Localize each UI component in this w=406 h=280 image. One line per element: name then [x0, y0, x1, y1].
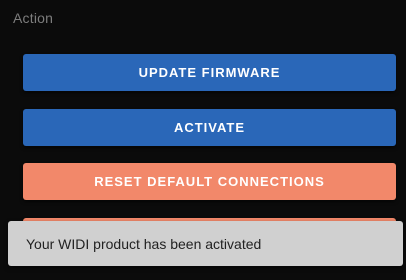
activate-button[interactable]: ACTIVATE [23, 109, 396, 146]
section-label-action: Action [13, 10, 54, 26]
activation-toast: Your WIDI product has been activated [8, 221, 403, 266]
action-screen: Action UPDATE FIRMWARE ACTIVATE RESET DE… [0, 0, 406, 280]
reset-default-connections-button[interactable]: RESET DEFAULT CONNECTIONS [23, 163, 396, 200]
toast-message: Your WIDI product has been activated [26, 235, 262, 252]
update-firmware-button[interactable]: UPDATE FIRMWARE [23, 54, 396, 91]
